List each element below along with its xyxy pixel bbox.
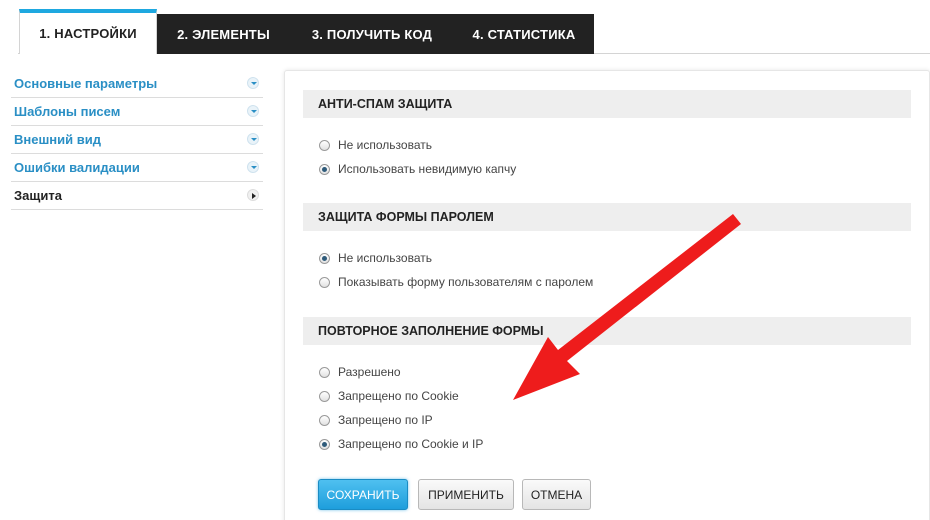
sidebar-item-protection[interactable]: Защита bbox=[11, 182, 263, 210]
settings-panel: АНТИ-СПАМ ЗАЩИТА Не использовать Использ… bbox=[284, 70, 930, 520]
radio-antispam-none[interactable]: Не использовать bbox=[319, 136, 432, 154]
radio-antispam-invisible-captcha[interactable]: Использовать невидимую капчу bbox=[319, 160, 516, 178]
radio-button[interactable] bbox=[319, 276, 330, 288]
sidebar: Основные параметры Шаблоны писем Внешний… bbox=[11, 70, 263, 210]
tab-bar: 1. НАСТРОЙКИ 2. ЭЛЕМЕНТЫ 3. ПОЛУЧИТЬ КОД… bbox=[0, 0, 930, 55]
radio-button[interactable] bbox=[319, 390, 330, 402]
cancel-button[interactable]: ОТМЕНА bbox=[522, 479, 591, 510]
sidebar-item-email-templates[interactable]: Шаблоны писем bbox=[11, 98, 263, 126]
radio-button-checked[interactable] bbox=[319, 163, 330, 175]
section-header-password: ЗАЩИТА ФОРМЫ ПАРОЛЕМ bbox=[303, 203, 911, 231]
radio-refill-cookie-and-ip[interactable]: Запрещено по Cookie и IP bbox=[319, 435, 483, 453]
chevron-down-icon[interactable] bbox=[247, 105, 259, 117]
section-header-antispam: АНТИ-СПАМ ЗАЩИТА bbox=[303, 90, 911, 118]
radio-button[interactable] bbox=[319, 139, 330, 151]
radio-button-checked[interactable] bbox=[319, 438, 330, 450]
radio-password-none[interactable]: Не использовать bbox=[319, 249, 432, 267]
radio-label: Запрещено по IP bbox=[338, 413, 433, 427]
tab-elements[interactable]: 2. ЭЛЕМЕНТЫ bbox=[157, 14, 290, 54]
chevron-down-icon[interactable] bbox=[247, 77, 259, 89]
save-button[interactable]: СОХРАНИТЬ bbox=[318, 479, 408, 510]
sidebar-item-appearance[interactable]: Внешний вид bbox=[11, 126, 263, 154]
chevron-down-icon[interactable] bbox=[247, 133, 259, 145]
sidebar-item-label: Ошибки валидации bbox=[14, 160, 140, 175]
tab-statistics[interactable]: 4. СТАТИСТИКА bbox=[454, 14, 594, 54]
chevron-right-icon[interactable] bbox=[247, 189, 259, 201]
radio-button[interactable] bbox=[319, 366, 330, 378]
radio-button-checked[interactable] bbox=[319, 252, 330, 264]
tab-get-code[interactable]: 3. ПОЛУЧИТЬ КОД bbox=[290, 14, 454, 54]
section-header-refill: ПОВТОРНОЕ ЗАПОЛНЕНИЕ ФОРМЫ bbox=[303, 317, 911, 345]
radio-label: Запрещено по Cookie и IP bbox=[338, 437, 484, 451]
radio-label: Не использовать bbox=[338, 138, 432, 152]
radio-button[interactable] bbox=[319, 414, 330, 426]
radio-refill-ip[interactable]: Запрещено по IP bbox=[319, 411, 433, 429]
radio-label: Запрещено по Cookie bbox=[338, 389, 459, 403]
radio-password-show-to-users[interactable]: Показывать форму пользователям с паролем bbox=[319, 273, 593, 291]
sidebar-item-label: Защита bbox=[14, 188, 62, 203]
radio-label: Не использовать bbox=[338, 251, 432, 265]
radio-label: Разрешено bbox=[338, 365, 401, 379]
sidebar-item-main-params[interactable]: Основные параметры bbox=[11, 70, 263, 98]
radio-label: Показывать форму пользователям с паролем bbox=[338, 275, 594, 289]
chevron-down-icon[interactable] bbox=[247, 161, 259, 173]
radio-refill-cookie[interactable]: Запрещено по Cookie bbox=[319, 387, 459, 405]
sidebar-item-label: Шаблоны писем bbox=[14, 104, 121, 119]
tab-settings[interactable]: 1. НАСТРОЙКИ bbox=[19, 9, 157, 54]
apply-button[interactable]: ПРИМЕНИТЬ bbox=[418, 479, 514, 510]
sidebar-item-validation-errors[interactable]: Ошибки валидации bbox=[11, 154, 263, 182]
sidebar-item-label: Основные параметры bbox=[14, 76, 158, 91]
sidebar-item-label: Внешний вид bbox=[14, 132, 101, 147]
radio-label: Использовать невидимую капчу bbox=[338, 162, 517, 176]
radio-refill-allowed[interactable]: Разрешено bbox=[319, 363, 401, 381]
